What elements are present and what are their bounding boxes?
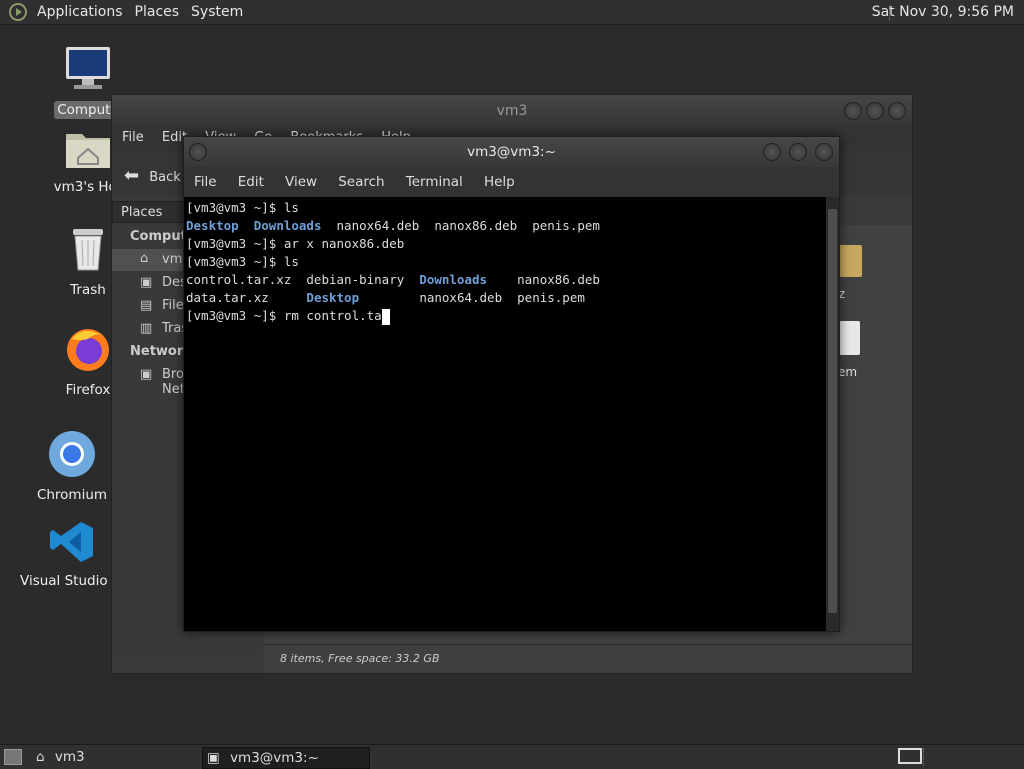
- current-command: [vm3@vm3 ~]$ rm control.ta: [186, 308, 382, 323]
- maximize-button[interactable]: [866, 102, 884, 120]
- terminal-line: [vm3@vm3 ~]$ ls: [186, 200, 299, 215]
- back-arrow-icon: ⬅: [124, 165, 140, 186]
- text-cursor: [381, 308, 390, 325]
- terminal-window[interactable]: vm3@vm3:~ File Edit View Search Terminal…: [183, 136, 840, 632]
- dir-desktop: Desktop: [186, 218, 239, 233]
- minimize-button[interactable]: [763, 143, 781, 161]
- show-desktop-icon[interactable]: [4, 749, 22, 765]
- file-list: control.tar.xz debian-binary: [186, 272, 420, 287]
- file-list: nanox64.deb nanox86.deb penis.pem: [321, 218, 600, 233]
- taskbar-label: vm3: [54, 749, 85, 765]
- menu-search[interactable]: Search: [338, 174, 384, 190]
- close-button[interactable]: [815, 143, 833, 161]
- desktop-icon-label: Chromium: [36, 487, 108, 503]
- network-icon: ▣: [140, 367, 153, 382]
- menu-file[interactable]: File: [122, 130, 144, 145]
- dir-desktop: Desktop: [306, 290, 360, 305]
- menu-help[interactable]: Help: [484, 174, 515, 190]
- terminal-titlebar[interactable]: vm3@vm3:~: [184, 137, 839, 167]
- menu-file[interactable]: File: [194, 174, 217, 190]
- menu-edit[interactable]: Edit: [238, 174, 264, 190]
- scrollbar-thumb[interactable]: [828, 209, 837, 613]
- menu-terminal[interactable]: Terminal: [406, 174, 463, 190]
- places-menu[interactable]: Places: [131, 4, 188, 20]
- file-label[interactable]: em: [838, 365, 857, 379]
- file-list: nanox64.deb penis.pem: [359, 290, 585, 305]
- minimize-button[interactable]: [844, 102, 862, 120]
- terminal-icon: ▣: [207, 750, 220, 766]
- distro-logo-icon[interactable]: [9, 3, 27, 21]
- desktop-icon-label: Firefox: [65, 382, 111, 398]
- terminal-line: Desktop Downloads nanox64.deb nanox86.de…: [186, 217, 826, 235]
- terminal-line: [vm3@vm3 ~]$ ls: [186, 254, 299, 269]
- home-icon: ⌂: [140, 251, 149, 266]
- bottom-panel: ⌂ vm3 ▣ vm3@vm3:~: [0, 744, 1024, 769]
- desktop-icon-label: Trash: [70, 282, 106, 298]
- maximize-button[interactable]: [789, 143, 807, 161]
- panel-separator: [923, 748, 924, 766]
- taskbar-item-file-manager[interactable]: ⌂ vm3: [36, 747, 196, 767]
- file-manager-titlebar[interactable]: vm3: [112, 95, 912, 127]
- clock[interactable]: Sat Nov 30, 9:56 PM: [872, 4, 1014, 20]
- top-panel: Applications Places System Sat Nov 30, 9…: [0, 0, 1024, 25]
- terminal-prompt-line[interactable]: [vm3@vm3 ~]$ rm control.ta: [186, 307, 826, 325]
- system-menu[interactable]: System: [187, 4, 251, 20]
- taskbar-label: vm3@vm3:~: [230, 750, 319, 766]
- menu-view[interactable]: View: [285, 174, 317, 190]
- home-icon: ⌂: [36, 749, 45, 765]
- dir-downloads: Downloads: [253, 218, 322, 233]
- terminal-menubar: File Edit View Search Terminal Help: [184, 167, 839, 197]
- back-button[interactable]: ⬅ Back: [124, 165, 181, 186]
- applications-menu[interactable]: Applications: [33, 4, 131, 20]
- terminal-line: control.tar.xz debian-binary Downloads n…: [186, 271, 826, 289]
- dir-downloads: Downloads: [419, 272, 488, 287]
- computer-icon: [33, 45, 143, 97]
- terminal-line: [vm3@vm3 ~]$ ar x nanox86.deb: [186, 236, 405, 251]
- file-list: data.tar.xz: [186, 290, 307, 305]
- terminal-scrollbar[interactable]: [826, 197, 839, 631]
- file-manager-statusbar: 8 items, Free space: 33.2 GB: [264, 644, 912, 673]
- trash-small-icon: ▥: [140, 321, 153, 336]
- back-label: Back: [149, 170, 181, 185]
- filesystem-icon: ▤: [140, 298, 153, 313]
- close-button[interactable]: [888, 102, 906, 120]
- file-list: nanox86.deb: [487, 272, 600, 287]
- desktop-icon: ▣: [140, 275, 153, 290]
- window-menu-button[interactable]: [189, 143, 207, 161]
- terminal-line: data.tar.xz Desktop nanox64.deb penis.pe…: [186, 289, 826, 307]
- terminal-screen[interactable]: [vm3@vm3 ~]$ ls Desktop Downloads nanox6…: [184, 197, 826, 631]
- taskbar-item-terminal[interactable]: ▣ vm3@vm3:~: [202, 747, 370, 769]
- workspace-switcher[interactable]: [898, 748, 922, 764]
